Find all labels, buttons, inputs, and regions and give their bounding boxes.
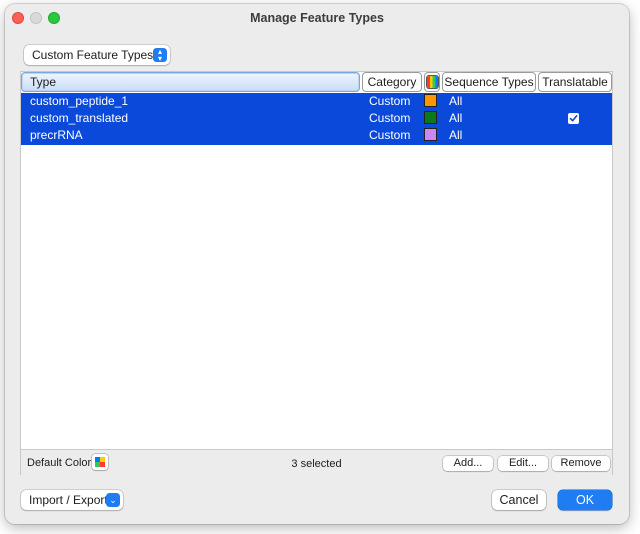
row-type: custom_translated <box>30 111 129 125</box>
chevron-up-down-icon: ▴ ▾ <box>153 48 167 63</box>
table-row[interactable]: precrRNA Custom All <box>21 127 612 144</box>
title-bar[interactable]: Manage Feature Types <box>5 4 629 32</box>
color-wheel-icon <box>427 76 438 88</box>
table-footer: Default Color: 3 selected Add... Edit...… <box>21 449 612 475</box>
row-category: Custom <box>369 111 411 125</box>
row-sequence-types: All <box>449 94 463 108</box>
row-sequence-types: All <box>449 111 463 125</box>
row-color-swatch[interactable] <box>425 112 436 123</box>
window-title: Manage Feature Types <box>250 11 384 25</box>
ok-button[interactable]: OK <box>558 490 612 510</box>
chevron-down-icon: ⌄ <box>106 493 120 507</box>
column-header-sequence-types[interactable]: Sequence Types <box>442 72 536 92</box>
feature-type-filter-value: Custom Feature Types <box>32 48 154 62</box>
edit-button[interactable]: Edit... <box>498 456 548 471</box>
cancel-button[interactable]: Cancel <box>492 490 546 510</box>
feature-type-filter-popup[interactable]: Custom Feature Types ▴ ▾ <box>24 45 170 65</box>
import-export-label: Import / Export <box>29 493 108 507</box>
table-row[interactable]: custom_peptide_1 Custom All <box>21 93 612 110</box>
row-category: Custom <box>369 128 411 142</box>
translatable-checkbox[interactable] <box>568 113 579 124</box>
row-color-swatch[interactable] <box>425 95 436 106</box>
table-rows: custom_peptide_1 Custom All custom_trans… <box>21 93 612 145</box>
row-sequence-types: All <box>449 128 463 142</box>
import-export-popup[interactable]: Import / Export ⌄ <box>21 490 123 510</box>
column-header-type[interactable]: Type <box>21 72 360 92</box>
checkmark-icon <box>569 115 578 122</box>
row-type: precrRNA <box>30 128 83 142</box>
row-category: Custom <box>369 94 411 108</box>
remove-button[interactable]: Remove <box>552 456 610 471</box>
column-header-color[interactable] <box>424 72 440 92</box>
add-button[interactable]: Add... <box>443 456 493 471</box>
column-header-category[interactable]: Category <box>362 72 422 92</box>
column-header-translatable[interactable]: Translatable <box>538 72 612 92</box>
row-color-swatch[interactable] <box>425 129 436 140</box>
table-row[interactable]: custom_translated Custom All <box>21 110 612 127</box>
manage-feature-types-window: Manage Feature Types Custom Feature Type… <box>5 4 629 524</box>
feature-types-table[interactable]: Type Category Sequence Types Translatabl… <box>21 72 612 474</box>
row-type: custom_peptide_1 <box>30 94 129 108</box>
